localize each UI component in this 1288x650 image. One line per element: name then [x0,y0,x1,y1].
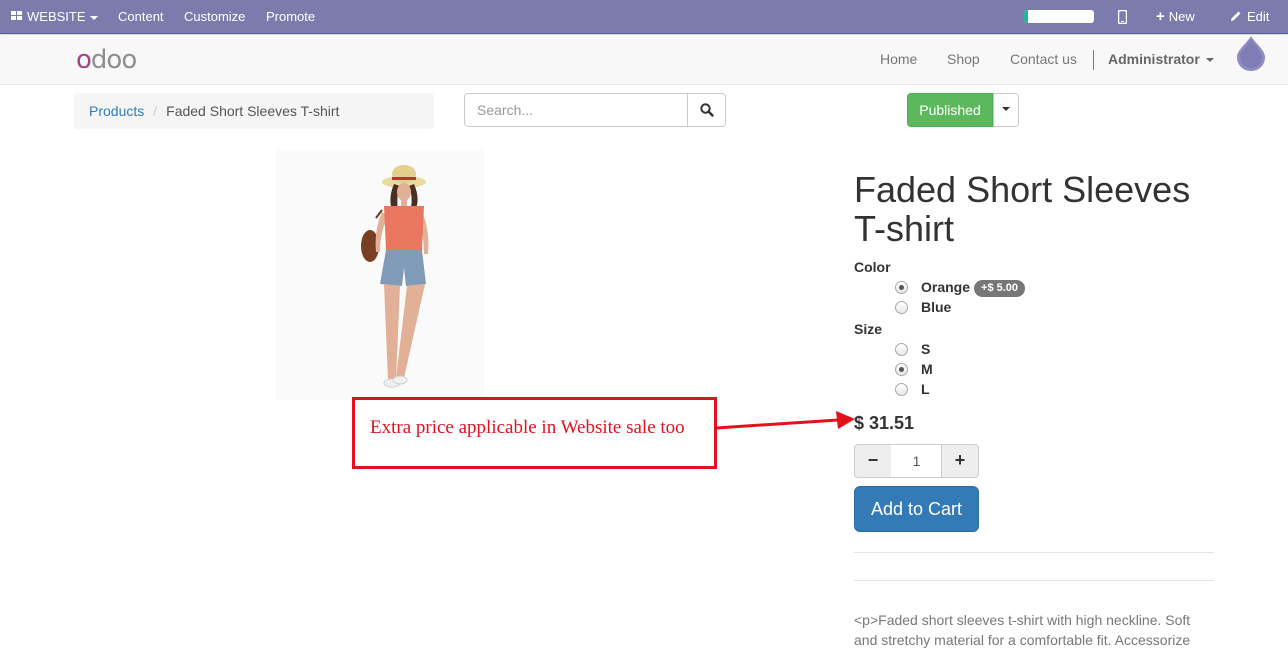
product-image [276,150,484,400]
radio-unchecked[interactable] [895,383,908,396]
user-menu[interactable]: Administrator [1108,35,1214,85]
odoo-logo[interactable]: odoo [76,47,137,73]
nav-contact-us[interactable]: Contact us [1010,35,1077,85]
website-menu-label: WEBSITE [27,9,86,24]
breadcrumb-current: Faded Short Sleeves T-shirt [166,103,340,119]
option-label: S [921,341,931,357]
radio-checked[interactable] [895,363,908,376]
user-name: Administrator [1108,51,1200,67]
color-option-orange[interactable]: Orange +$ 5.00 [895,277,1026,297]
size-option-s[interactable]: S [895,339,930,359]
add-to-cart-button[interactable]: Add to Cart [854,486,979,532]
main-navbar: odoo Home Shop Contact us Administrator [0,35,1288,85]
content-menu[interactable]: Content [118,0,164,34]
apps-grid-icon [11,11,23,22]
breadcrumb-separator: / [153,103,158,119]
radio-checked[interactable] [895,281,908,294]
option-label: L [921,381,930,397]
product-price: $ 31.51 [854,413,915,433]
quantity-decrease-button[interactable]: − [854,444,892,478]
size-option-m[interactable]: M [895,359,933,379]
option-label: M [921,361,933,377]
option-label: Orange [921,279,971,295]
divider [854,552,1214,553]
radio-unchecked[interactable] [895,343,908,356]
attribute-color-label: Color [854,259,891,275]
new-button[interactable]: + New [1156,0,1195,34]
size-option-l[interactable]: L [895,379,930,399]
annotation-arrow-icon [715,411,855,430]
progress-fill [1024,10,1029,23]
mobile-phone-icon [1117,9,1128,25]
product-title: Faded Short Sleeves T-shirt [854,169,1191,249]
nav-divider [1093,50,1094,70]
color-option-blue[interactable]: Blue [895,297,951,317]
website-admin-bar: WEBSITE Content Customize Promote + New E… [0,0,1288,34]
product-description: <p>Faded short sleeves t-shirt with high… [854,612,1191,648]
publish-dropdown-button[interactable] [993,93,1019,127]
edit-button-label: Edit [1247,9,1270,24]
seo-progress-bar[interactable] [1024,10,1094,23]
quantity-increase-button[interactable]: + [941,444,979,478]
nav-shop[interactable]: Shop [947,35,980,85]
droplet-icon[interactable] [1237,36,1265,71]
option-label: Blue [921,299,952,315]
breadcrumb: Products / Faded Short Sleeves T-shirt [74,93,434,129]
annotation-callout: Extra price applicable in Website sale t… [352,397,717,469]
mobile-preview-button[interactable] [1117,0,1128,34]
plus-icon: + [1156,8,1165,25]
breadcrumb-products-link[interactable]: Products [89,103,144,119]
nav-home[interactable]: Home [880,35,917,85]
new-button-label: New [1168,9,1195,24]
chevron-down-icon [1002,106,1010,111]
search-button[interactable] [687,93,726,127]
published-toggle-button[interactable]: Published [907,93,993,127]
promote-menu[interactable]: Promote [266,0,315,34]
pencil-icon [1231,11,1241,21]
radio-unchecked[interactable] [895,301,908,314]
chevron-down-icon [1205,58,1214,63]
edit-button[interactable]: Edit [1230,0,1269,34]
attribute-size-label: Size [854,321,883,337]
divider [854,580,1214,581]
quantity-input[interactable]: 1 [891,444,942,478]
website-menu-button[interactable]: WEBSITE [11,0,98,34]
extra-price-badge: +$ 5.00 [974,280,1026,297]
search-input[interactable]: Search... [464,93,688,127]
minus-icon: − [867,450,879,470]
search-icon [700,103,714,117]
customize-menu[interactable]: Customize [184,0,245,34]
chevron-down-icon [89,15,98,20]
plus-icon: + [954,450,966,470]
